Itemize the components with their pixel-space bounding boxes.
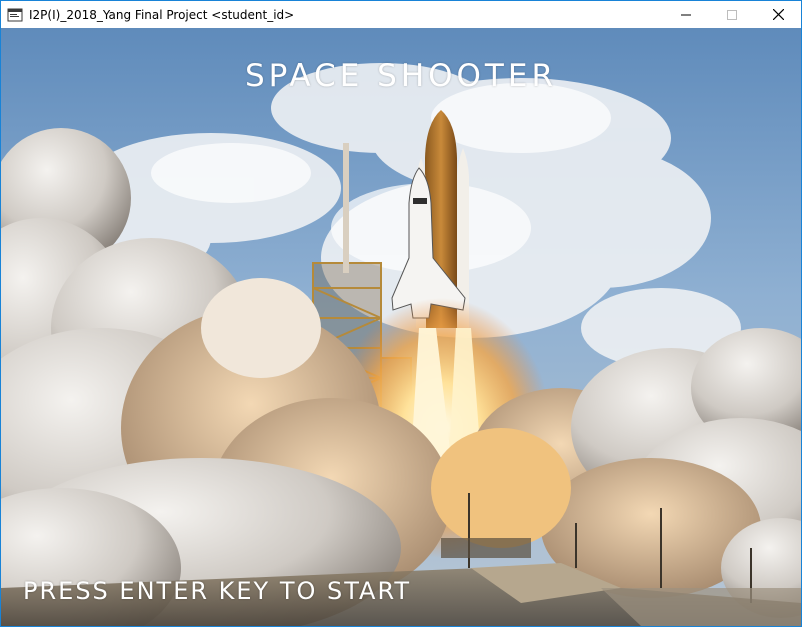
minimize-icon bbox=[681, 14, 691, 15]
start-prompt: PRESS ENTER KEY TO START bbox=[23, 577, 412, 605]
close-icon bbox=[772, 9, 784, 20]
game-canvas[interactable]: SPACE SHOOTER PRESS ENTER KEY TO START bbox=[1, 28, 801, 626]
maximize-icon bbox=[727, 9, 737, 20]
minimize-button[interactable] bbox=[663, 1, 709, 28]
window-title: I2P(I)_2018_Yang Final Project <student_… bbox=[29, 7, 295, 22]
title-bar[interactable]: I2P(I)_2018_Yang Final Project <student_… bbox=[1, 1, 801, 28]
close-button[interactable] bbox=[755, 1, 801, 28]
maximize-button[interactable] bbox=[709, 1, 755, 28]
game-title: SPACE SHOOTER bbox=[245, 58, 557, 94]
launch-background-image bbox=[1, 28, 801, 626]
app-icon bbox=[7, 8, 23, 21]
app-window: I2P(I)_2018_Yang Final Project <student_… bbox=[0, 0, 802, 627]
